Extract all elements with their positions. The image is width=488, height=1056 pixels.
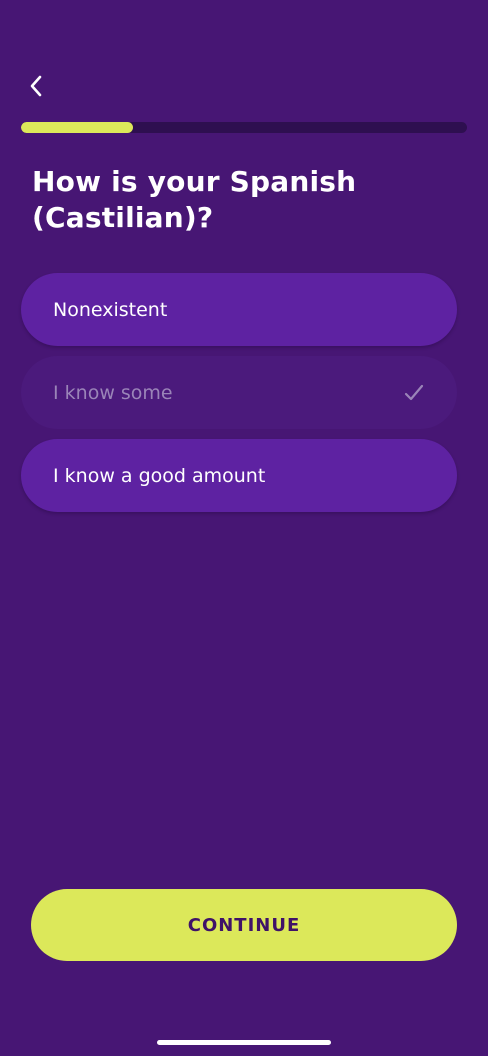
home-indicator[interactable]: [157, 1040, 331, 1045]
option-label: I know a good amount: [53, 464, 266, 487]
option-label: Nonexistent: [53, 298, 168, 321]
option-i-know-a-good-amount[interactable]: I know a good amount: [21, 439, 457, 512]
back-button[interactable]: [20, 68, 52, 104]
question-title: How is your Spanish (Castilian)?: [32, 165, 357, 234]
option-nonexistent[interactable]: Nonexistent: [21, 273, 457, 346]
continue-button[interactable]: CONTINUE: [31, 889, 457, 961]
option-i-know-some[interactable]: I know some: [21, 356, 457, 429]
progress-bar-fill: [21, 122, 133, 133]
language-level-screen: How is your Spanish (Castilian)? Nonexis…: [0, 0, 488, 1056]
chevron-left-icon: [28, 74, 44, 98]
option-label: I know some: [53, 381, 173, 404]
checkmark-icon: [403, 382, 425, 404]
answer-options: Nonexistent I know some I know a good am…: [21, 273, 457, 522]
progress-bar: [21, 122, 467, 133]
